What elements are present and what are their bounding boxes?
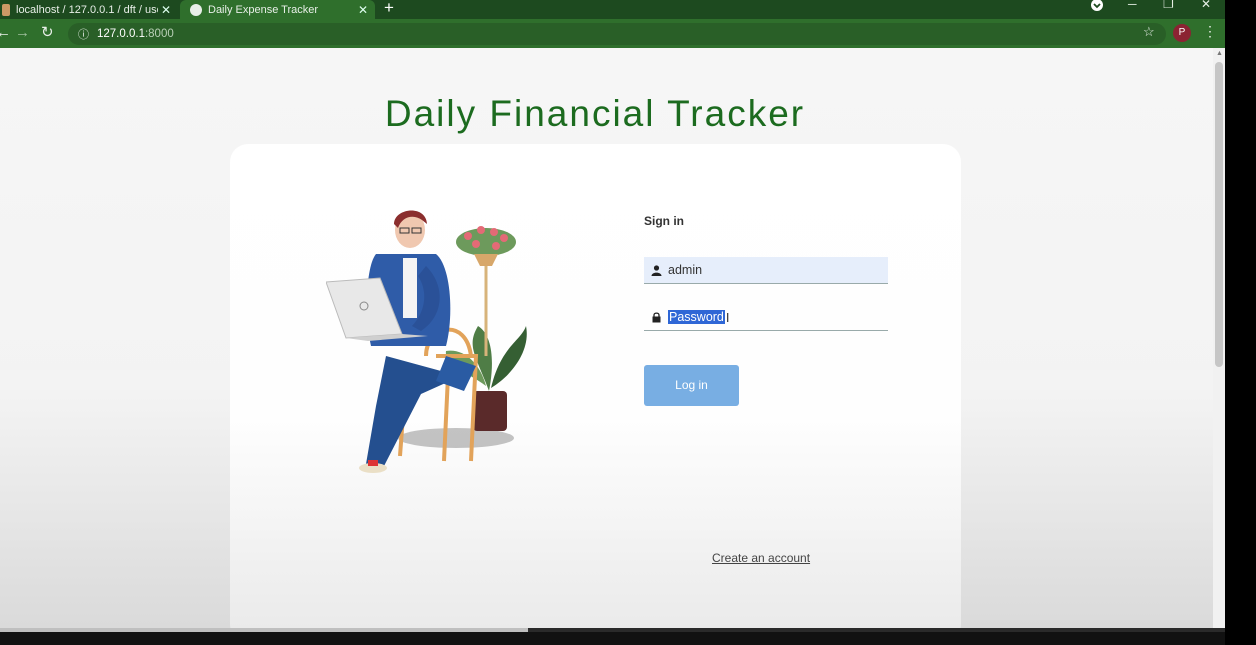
lock-icon [644, 311, 668, 323]
restore-icon[interactable]: ❐ [1163, 0, 1174, 11]
page-viewport: Daily Financial Tracker Sign in admin Pa… [0, 48, 1213, 628]
close-window-icon[interactable]: ✕ [1201, 0, 1211, 11]
reload-icon[interactable]: ↻ [41, 23, 54, 41]
tab-title: localhost / 127.0.0.1 / dft / user [16, 3, 158, 16]
globe-icon [190, 3, 202, 16]
username-value: admin [668, 263, 703, 277]
scroll-up-icon[interactable]: ▲ [1216, 50, 1223, 57]
password-field[interactable]: Password I [644, 304, 888, 331]
hscroll-thumb[interactable] [0, 628, 528, 632]
vertical-scrollbar[interactable]: ▲ [1213, 48, 1225, 628]
close-icon[interactable]: ✕ [158, 3, 174, 17]
username-field[interactable]: admin [644, 257, 888, 284]
screen-edge [1225, 0, 1256, 645]
login-card: Sign in admin Password I Log in Create a… [230, 144, 961, 628]
info-icon[interactable]: ⓘ [78, 26, 89, 42]
browser-tab-strip: localhost / 127.0.0.1 / dft / user ✕ Dai… [0, 0, 1225, 19]
scroll-thumb[interactable] [1215, 62, 1223, 367]
browser-toolbar: ← → ↻ ⓘ 127.0.0.1:8000 ☆ P ⋮ [0, 19, 1225, 48]
text-cursor-icon: I [725, 309, 730, 325]
profile-avatar[interactable]: P [1173, 24, 1191, 42]
address-host: 127.0.0.1 [97, 28, 145, 40]
horizontal-scrollbar[interactable] [0, 628, 1225, 645]
create-account-link[interactable]: Create an account [712, 551, 810, 565]
sailboat-favicon-icon [2, 3, 10, 16]
page-title: Daily Financial Tracker [384, 93, 806, 134]
login-button[interactable]: Log in [644, 365, 739, 406]
plus-icon[interactable]: + [384, 0, 394, 18]
back-icon[interactable]: ← [0, 24, 11, 41]
hscroll-rail [528, 628, 1225, 632]
user-icon [644, 264, 668, 276]
menu-icon[interactable]: ⋮ [1203, 23, 1217, 40]
close-icon[interactable]: ✕ [355, 3, 371, 17]
address-port: :8000 [144, 28, 174, 40]
address-bar[interactable]: ⓘ 127.0.0.1:8000 [68, 23, 1166, 45]
tab-search-icon[interactable] [1090, 0, 1104, 15]
tab-title: Daily Expense Tracker [208, 3, 319, 16]
tab-daily-expense-tracker[interactable]: Daily Expense Tracker ✕ [180, 0, 375, 19]
signin-heading: Sign in [644, 214, 684, 228]
person-with-laptop-illustration [326, 210, 527, 473]
tab-phpmyadmin[interactable]: localhost / 127.0.0.1 / dft / user ✕ [0, 0, 178, 19]
minimize-icon[interactable]: ─ [1128, 0, 1137, 11]
star-icon[interactable]: ☆ [1143, 24, 1155, 40]
forward-icon[interactable]: → [15, 24, 30, 41]
password-placeholder: Password [668, 310, 725, 324]
